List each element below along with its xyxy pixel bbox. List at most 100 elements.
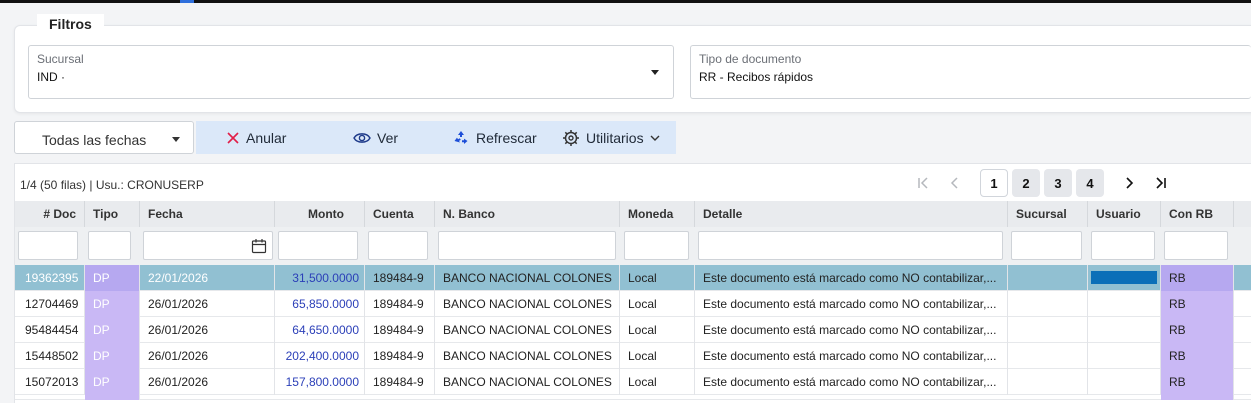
col-header-fecha[interactable]: Fecha (140, 201, 275, 227)
page-4-button[interactable]: 4 (1076, 169, 1104, 197)
cell-con-rb: RB (1161, 369, 1234, 395)
col-header-tipo[interactable]: Tipo (85, 201, 140, 227)
cell-cuenta: 189484-9 (365, 317, 435, 343)
filter-cuenta-input[interactable] (368, 231, 428, 260)
filter-sucursal-input[interactable] (1011, 231, 1082, 260)
filter-moneda-input[interactable] (624, 231, 689, 260)
grid-filter-row (15, 227, 1251, 265)
calendar-icon[interactable] (251, 238, 267, 254)
grid-header-row: # Doc Tipo Fecha Monto Cuenta N. Banco M… (15, 201, 1251, 227)
chevron-down-icon (650, 135, 660, 141)
cell-monto: 64,650.0000 (275, 317, 365, 343)
col-header-cuenta[interactable]: Cuenta (365, 201, 435, 227)
cell-banco: BANCO NACIONAL COLONES (435, 265, 620, 291)
cell-monto: 65,850.0000 (275, 291, 365, 317)
cell-con-rb: RB (1161, 343, 1234, 369)
col-header-con-rb[interactable]: Con RB (1161, 201, 1234, 227)
cell-doc: 15072013 (15, 369, 85, 395)
prev-page-icon (950, 177, 958, 189)
cell-cuenta: 189484-9 (365, 291, 435, 317)
cell-monto: 31,500.0000 (275, 265, 365, 291)
refrescar-label: Refrescar (476, 129, 537, 146)
col-header-banco[interactable]: N. Banco (435, 201, 620, 227)
cell-tipo (85, 395, 140, 400)
next-page-button[interactable] (1115, 169, 1143, 197)
cell-tipo: DP (85, 291, 140, 317)
cell-sucursal (1008, 265, 1088, 291)
cell-usuario (1088, 291, 1161, 317)
filter-fecha-input[interactable] (143, 231, 273, 260)
col-header-detalle[interactable]: Detalle (695, 201, 1008, 227)
table-row[interactable]: 15448502 DP 26/01/2026 202,400.0000 1894… (15, 343, 1251, 369)
recycle-icon (454, 130, 468, 144)
cell-tipo: DP (85, 317, 140, 343)
first-page-button[interactable] (909, 169, 937, 197)
cell-usuario (1088, 317, 1161, 343)
prev-page-button[interactable] (941, 169, 969, 197)
filter-doc-input[interactable] (18, 231, 78, 260)
cell-usuario (1088, 265, 1161, 291)
cell-moneda: Local (620, 265, 695, 291)
col-header-doc[interactable]: # Doc (15, 201, 85, 227)
date-filter-select[interactable]: Todas las fechas (14, 121, 194, 154)
cell-detalle: Este documento está marcado como NO cont… (695, 291, 1008, 317)
page-1-button[interactable]: 1 (980, 169, 1008, 197)
last-page-icon (1156, 177, 1166, 189)
filter-banco-input[interactable] (438, 231, 616, 260)
last-page-button[interactable] (1147, 169, 1175, 197)
cell-banco: BANCO NACIONAL COLONES (435, 317, 620, 343)
filter-detalle-input[interactable] (698, 231, 1003, 260)
caret-down-icon (651, 70, 659, 75)
cell-doc: 95484454 (15, 317, 85, 343)
ver-label: Ver (377, 129, 399, 146)
refrescar-button[interactable]: Refrescar (452, 121, 537, 154)
ver-button[interactable]: Ver (353, 121, 398, 154)
grid-status: 1/4 (50 filas) | Usu.: CRONUSERP (20, 178, 204, 192)
cell-fecha: 26/01/2026 (140, 369, 275, 395)
table-row[interactable]: 12704469 DP 26/01/2026 65,850.0000 18948… (15, 291, 1251, 317)
cell-doc: 15448502 (15, 343, 85, 369)
cell-monto: 202,400.0000 (275, 343, 365, 369)
sucursal-value: IND · (37, 70, 65, 84)
filter-usuario-input[interactable] (1091, 231, 1155, 260)
cell-moneda: Local (620, 369, 695, 395)
cell-con-rb: RB (1161, 317, 1234, 343)
page-3-button[interactable]: 3 (1044, 169, 1072, 197)
cell-fecha: 26/01/2026 (140, 317, 275, 343)
eye-icon (353, 132, 371, 143)
sucursal-label: Sucursal (37, 52, 84, 66)
cell-detalle: Este documento está marcado como NO cont… (695, 343, 1008, 369)
filters-legend: Filtros (37, 14, 104, 36)
cell-fecha: 26/01/2026 (140, 343, 275, 369)
cell-banco: BANCO NACIONAL COLONES (435, 369, 620, 395)
col-header-sucursal[interactable]: Sucursal (1008, 201, 1088, 227)
cell-moneda: Local (620, 343, 695, 369)
utilitarios-button[interactable]: Utilitarios (562, 121, 660, 154)
filter-monto-input[interactable] (278, 231, 358, 260)
close-icon (227, 131, 239, 144)
tipo-documento-select[interactable]: Tipo de documento RR - Recibos rápidos (690, 45, 1251, 99)
window-top-accent (180, 0, 194, 3)
anular-button[interactable]: Anular (226, 121, 286, 154)
table-row[interactable] (15, 395, 1251, 400)
filter-tipo-input[interactable] (88, 231, 131, 260)
cell-con-rb: RB (1161, 265, 1234, 291)
cell-con-rb: RB (1161, 291, 1234, 317)
table-row[interactable]: 15072013 DP 26/01/2026 157,800.0000 1894… (15, 369, 1251, 395)
cell-moneda: Local (620, 317, 695, 343)
cell-doc: 19362395 (15, 265, 85, 291)
cell-sucursal (1008, 317, 1088, 343)
col-header-usuario[interactable]: Usuario (1088, 201, 1161, 227)
action-bar: Anular Ver Refrescar Utilitarios (196, 121, 676, 154)
sucursal-select[interactable]: Sucursal IND · (28, 45, 674, 99)
anular-label: Anular (246, 129, 287, 146)
table-row[interactable]: 19362395 DP 22/01/2026 31,500.0000 18948… (15, 265, 1251, 291)
cell-sucursal (1008, 343, 1088, 369)
page-2-button[interactable]: 2 (1012, 169, 1040, 197)
cell-tipo: DP (85, 343, 140, 369)
col-header-moneda[interactable]: Moneda (620, 201, 695, 227)
filter-con-rb-input[interactable] (1164, 231, 1228, 260)
col-header-monto[interactable]: Monto (275, 201, 365, 227)
next-page-icon (1126, 177, 1134, 189)
table-row[interactable]: 95484454 DP 26/01/2026 64,650.0000 18948… (15, 317, 1251, 343)
